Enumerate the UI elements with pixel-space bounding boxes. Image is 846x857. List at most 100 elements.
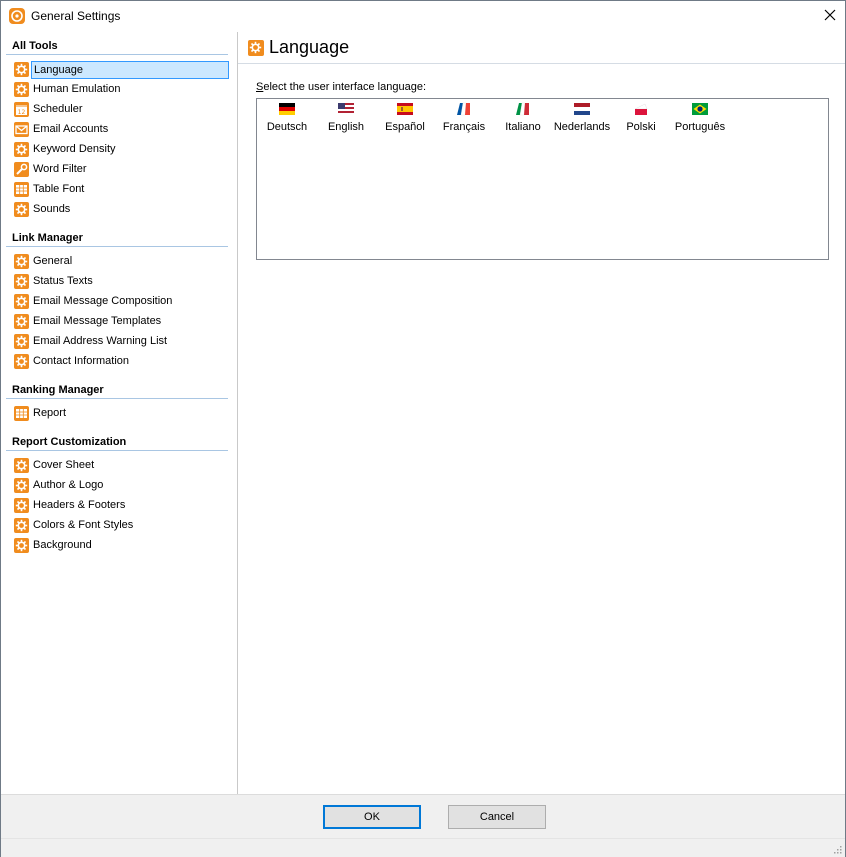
- title-bar[interactable]: General Settings: [1, 1, 845, 31]
- gear-icon: [14, 142, 29, 157]
- title-divider: [238, 63, 845, 64]
- sidebar-item-word-filter[interactable]: Word Filter: [12, 161, 228, 179]
- sidebar-item-language[interactable]: Language: [12, 61, 229, 79]
- language-option-francais[interactable]: Français: [434, 101, 494, 133]
- sidebar-item-report[interactable]: Report: [12, 405, 228, 423]
- france-flag-icon: [457, 102, 470, 116]
- sidebar-item-keyword-density[interactable]: Keyword Density: [12, 141, 228, 159]
- language-option-english[interactable]: English: [316, 101, 376, 133]
- language-prompt: Select the user interface language:: [256, 81, 426, 93]
- language-list[interactable]: Deutsch English Español Français Italian…: [256, 98, 829, 260]
- sidebar-item-label: Cover Sheet: [33, 459, 95, 471]
- table-icon: [14, 182, 29, 197]
- gear-icon: [14, 274, 29, 289]
- italy-flag-icon: [516, 102, 529, 116]
- calendar-icon: 12: [14, 102, 29, 117]
- sidebar-item-contact-information[interactable]: Contact Information: [12, 353, 228, 371]
- gear-icon: [14, 498, 29, 513]
- language-option-portugues[interactable]: Português: [670, 101, 730, 133]
- sidebar-item-label: Word Filter: [33, 163, 87, 175]
- cancel-button[interactable]: Cancel: [448, 805, 546, 829]
- gear-icon: [14, 518, 29, 533]
- usa-flag-icon: [338, 103, 354, 115]
- sidebar-item-sounds[interactable]: Sounds: [12, 201, 228, 219]
- language-name: Português: [674, 121, 726, 133]
- sidebar-item-label: Sounds: [33, 203, 71, 215]
- sidebar-item-table-font[interactable]: Table Font: [12, 181, 228, 199]
- sidebar-item-label: Status Texts: [33, 275, 93, 287]
- sidebar-item-label: Contact Information: [33, 355, 129, 367]
- sidebar-item-email-address-warning-list[interactable]: Email Address Warning List: [12, 333, 228, 351]
- settings-window: General Settings All Tools Language Huma…: [0, 0, 846, 857]
- gear-icon: [14, 538, 29, 553]
- ok-button[interactable]: OK: [323, 805, 421, 829]
- sidebar-item-human-emulation[interactable]: Human Emulation: [12, 81, 228, 99]
- sidebar-item-email-message-composition[interactable]: Email Message Composition: [12, 293, 228, 311]
- brazil-flag-icon: [692, 103, 708, 115]
- netherlands-flag-icon: [574, 103, 590, 115]
- sidebar-item-label: Human Emulation: [33, 83, 121, 95]
- gear-icon: [14, 314, 29, 329]
- sidebar-item-cover-sheet[interactable]: Cover Sheet: [12, 457, 228, 475]
- sidebar-item-label: Email Accounts: [33, 123, 109, 135]
- language-name: Français: [442, 121, 486, 133]
- sidebar-item-colors-font-styles[interactable]: Colors & Font Styles: [12, 517, 228, 535]
- language-option-espanol[interactable]: Español: [375, 101, 435, 133]
- gear-icon: [14, 354, 29, 369]
- gear-icon: [14, 294, 29, 309]
- language-name: Polski: [626, 121, 656, 133]
- dialog-footer: OK Cancel: [1, 794, 845, 839]
- sidebar-item-headers-footers[interactable]: Headers & Footers: [12, 497, 228, 515]
- poland-flag-icon: [634, 103, 648, 115]
- sidebar-item-label: Email Address Warning List: [33, 335, 168, 347]
- sidebar-item-general[interactable]: General: [12, 253, 228, 271]
- settings-panel: Language Select the user interface langu…: [238, 32, 845, 794]
- envelope-icon: [14, 122, 29, 137]
- sidebar-item-label: Email Message Templates: [33, 315, 162, 327]
- sidebar-item-label: Headers & Footers: [33, 499, 126, 511]
- close-button[interactable]: [815, 1, 845, 31]
- group-header-report-customization: Report Customization: [12, 436, 127, 448]
- group-divider: [6, 398, 228, 399]
- group-header-ranking-manager: Ranking Manager: [12, 384, 104, 396]
- language-name: Español: [385, 121, 425, 133]
- sidebar-item-author-logo[interactable]: Author & Logo: [12, 477, 228, 495]
- group-header-all-tools: All Tools: [12, 40, 58, 52]
- gear-icon: [14, 334, 29, 349]
- wrench-icon: [14, 162, 29, 177]
- gear-icon: [248, 40, 264, 56]
- window-title: General Settings: [31, 9, 121, 23]
- app-logo-icon: [9, 8, 25, 24]
- language-name: Deutsch: [266, 121, 308, 133]
- resize-grip-icon[interactable]: [832, 844, 842, 854]
- group-header-link-manager: Link Manager: [12, 232, 83, 244]
- sidebar-item-label: Email Message Composition: [33, 295, 173, 307]
- language-option-deutsch[interactable]: Deutsch: [257, 101, 317, 133]
- language-name: Nederlands: [553, 121, 611, 133]
- spain-flag-icon: [397, 103, 413, 115]
- language-name: English: [327, 121, 365, 133]
- gear-icon: [14, 62, 29, 77]
- language-option-italiano[interactable]: Italiano: [493, 101, 553, 133]
- prompt-text: elect the user interface language:: [263, 81, 427, 93]
- language-option-nederlands[interactable]: Nederlands: [552, 101, 612, 133]
- gear-icon: [14, 254, 29, 269]
- gear-icon: [14, 458, 29, 473]
- svg-text:12: 12: [18, 109, 26, 116]
- language-option-polski[interactable]: Polski: [611, 101, 671, 133]
- settings-sidebar: All Tools Language Human Emulation 12 Sc…: [1, 32, 238, 794]
- sidebar-item-email-message-templates[interactable]: Email Message Templates: [12, 313, 228, 331]
- sidebar-item-label: Author & Logo: [33, 479, 104, 491]
- sidebar-item-label: General: [33, 255, 73, 267]
- sidebar-item-label: Colors & Font Styles: [33, 519, 134, 531]
- sidebar-item-email-accounts[interactable]: Email Accounts: [12, 121, 228, 139]
- sidebar-item-label: Scheduler: [33, 103, 83, 115]
- sidebar-item-status-texts[interactable]: Status Texts: [12, 273, 228, 291]
- close-icon: [824, 9, 836, 24]
- gear-icon: [14, 202, 29, 217]
- table-icon: [14, 406, 29, 421]
- sidebar-item-scheduler[interactable]: 12 Scheduler: [12, 101, 228, 119]
- sidebar-item-background[interactable]: Background: [12, 537, 228, 555]
- germany-flag-icon: [279, 103, 295, 115]
- gear-icon: [14, 478, 29, 493]
